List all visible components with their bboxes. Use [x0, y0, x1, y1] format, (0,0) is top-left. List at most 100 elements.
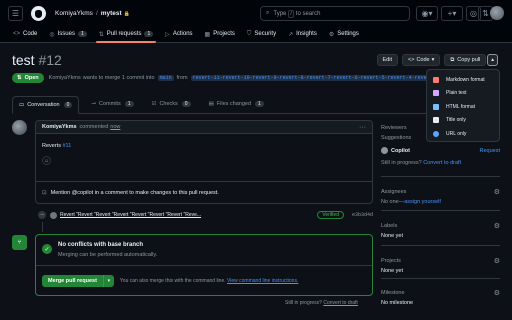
tab-actions[interactable]: ▷ Actions [160, 26, 197, 42]
global-header: ☰ KomiyaYkms / mytest 🔒 ⌕ Type / to search … [0, 0, 512, 27]
base-branch[interactable]: main [157, 75, 174, 81]
link-icon [433, 103, 439, 110]
smiley-icon[interactable]: ☺ [42, 156, 51, 165]
pr-number: #12 [38, 52, 62, 68]
commit-row: ⊸ Revert "Revert "Revert "Revert "Revert… [35, 209, 373, 221]
graph-icon: ↗ [288, 31, 294, 38]
menu-item-plain-text[interactable]: Plain text [427, 87, 499, 101]
pr-description-comment: KomiyaYkms commented now ··· Reverts #11… [35, 120, 373, 204]
check-icon: ✓ [42, 244, 52, 254]
copy-pull-button[interactable]: ⧉ Copy pull [444, 54, 487, 66]
checklist-icon: ☑ [151, 101, 157, 107]
play-icon: ▷ [165, 31, 170, 38]
edit-button[interactable]: Edit [376, 54, 398, 66]
pull-request-icon: ⇅ [17, 75, 22, 81]
merge-footer: Merge pull request ▾ You can also merge … [36, 266, 372, 295]
pull-request-icon: ⇅ [98, 31, 104, 38]
repo-nav: <> Code ◎ Issues 1 ⇅ Pull requests 1 ▷ Actions… [0, 27, 512, 43]
table-icon: ▦ [204, 31, 211, 38]
comment-body: Reverts #11 ☺ [42, 143, 72, 165]
tab-settings[interactable]: ⚙ Settings [324, 26, 364, 42]
comment-icon: ▭ [19, 102, 25, 108]
tab-commits[interactable]: ⊸ Commits 1 [85, 95, 139, 113]
command-line-link[interactable]: View command line instructions. [227, 278, 298, 284]
chevron-down-icon: ▾ [431, 57, 435, 63]
markdown-icon [433, 76, 439, 83]
issue-link[interactable]: #11 [62, 143, 71, 149]
file-diff-icon: ▤ [208, 101, 214, 107]
status-badge: ⇅ Open [12, 73, 44, 83]
chevron-up-icon: ▴ [491, 57, 494, 63]
request-review-link[interactable]: Request [480, 148, 501, 154]
tab-conversation[interactable]: ▭ Conversation 0 [12, 96, 80, 114]
pr-status-line: ⇅ Open KomiyaYkms wants to merge 1 commit… [12, 73, 434, 83]
progress-note: Still in progress? Convert to draft [285, 300, 358, 306]
owner-link[interactable]: KomiyaYkms [55, 10, 93, 17]
merge-box: ✓ No conflicts with base branch Merging … [35, 234, 373, 296]
tab-files-changed[interactable]: ▤ Files changed 1 [203, 95, 270, 113]
assign-yourself-link[interactable]: assign yourself [404, 199, 441, 205]
sidebar-milestone: Milestone ⚙ No milestone [381, 289, 500, 306]
gear-icon[interactable]: ⚙ [494, 289, 500, 297]
kebab-menu-icon[interactable]: ··· [359, 124, 366, 131]
head-branch[interactable]: revert-11-revert-10-revert-9-revert-8-re… [190, 75, 431, 81]
verified-badge[interactable]: Verified [317, 211, 344, 219]
menu-item-markdown[interactable]: Markdown format [427, 73, 499, 87]
repo-link[interactable]: mytest [101, 10, 122, 17]
tab-projects[interactable]: ▦ Projects [200, 26, 240, 42]
github-logo-icon[interactable] [31, 6, 46, 21]
comment-header: KomiyaYkms commented now ··· [36, 121, 372, 134]
commit-sha[interactable]: e3b3d4d [352, 212, 373, 218]
menu-item-url-only[interactable]: URL only [427, 127, 499, 141]
search-icon: ⌕ [266, 10, 270, 16]
gear-icon[interactable]: ⚙ [494, 188, 500, 196]
code-button[interactable]: <> Code ▾ [402, 54, 441, 66]
avatar [50, 211, 57, 219]
avatar[interactable] [12, 120, 27, 135]
header-actions: Edit <> Code ▾ ⧉ Copy pull ▴ [373, 54, 498, 66]
copilot-icon[interactable]: ◉▾ [416, 6, 438, 21]
sidebar-labels: Labels ⚙ None yet [381, 211, 500, 246]
avatar[interactable] [490, 6, 504, 20]
merge-pull-request-button[interactable]: Merge pull request [42, 274, 103, 287]
copy-icon: ⧉ [450, 56, 455, 63]
gear-icon[interactable]: ⚙ [494, 222, 500, 230]
status-user[interactable]: KomiyaYkms [49, 75, 81, 81]
tab-issues[interactable]: ◎ Issues 1 [44, 26, 91, 42]
merge-icon: ⑂ [12, 235, 27, 250]
tab-checks[interactable]: ☑ Checks 0 [146, 95, 197, 113]
convert-to-draft-link[interactable]: Convert to draft [323, 300, 357, 306]
reviewer-suggestion: Copilot Request [381, 147, 500, 154]
search-input[interactable]: ⌕ Type / to search [260, 6, 410, 21]
copilot-icon [381, 147, 388, 154]
tab-security[interactable]: ⛉ Security [242, 26, 281, 42]
pin-icon [433, 117, 439, 124]
tab-pull-requests[interactable]: ⇅ Pull requests 1 [94, 26, 159, 43]
timeline-line [42, 222, 43, 232]
merge-button-group: Merge pull request ▾ [42, 274, 114, 287]
commit-message[interactable]: Revert "Revert "Revert "Revert "Revert "… [60, 212, 201, 218]
commit-icon: ⊸ [38, 211, 46, 219]
menu-icon[interactable]: ☰ [8, 6, 23, 21]
code-icon: <> [408, 57, 415, 63]
document-icon [433, 90, 439, 97]
shield-icon: ⛉ [246, 30, 252, 37]
breadcrumb: KomiyaYkms / mytest 🔒 [55, 10, 130, 17]
copy-menu-toggle[interactable]: ▴ [487, 54, 498, 66]
create-new-icon[interactable]: +▾ [441, 6, 463, 21]
menu-item-html[interactable]: HTML format [427, 100, 499, 114]
sidebar: Reviewers Suggestions Copilot Request St… [381, 125, 500, 306]
comment-author[interactable]: KomiyaYkms [42, 124, 77, 130]
tab-code[interactable]: <> Code [8, 26, 42, 42]
copilot-mention: ⊡ Mention @copilot in a comment to make … [36, 181, 372, 204]
gear-icon[interactable]: ⚙ [494, 257, 500, 265]
menu-item-title-only[interactable]: Title only [427, 114, 499, 128]
copy-format-menu: Markdown format Plain text HTML format T… [426, 69, 500, 142]
convert-to-draft-link[interactable]: Convert to draft [423, 160, 461, 166]
comment-time[interactable]: now [110, 124, 120, 130]
code-icon: <> [13, 31, 21, 37]
tab-insights[interactable]: ↗ Insights [283, 26, 322, 42]
page-title: test #12 [12, 52, 62, 68]
globe-icon [433, 130, 439, 137]
chevron-down-icon[interactable]: ▾ [102, 274, 114, 287]
